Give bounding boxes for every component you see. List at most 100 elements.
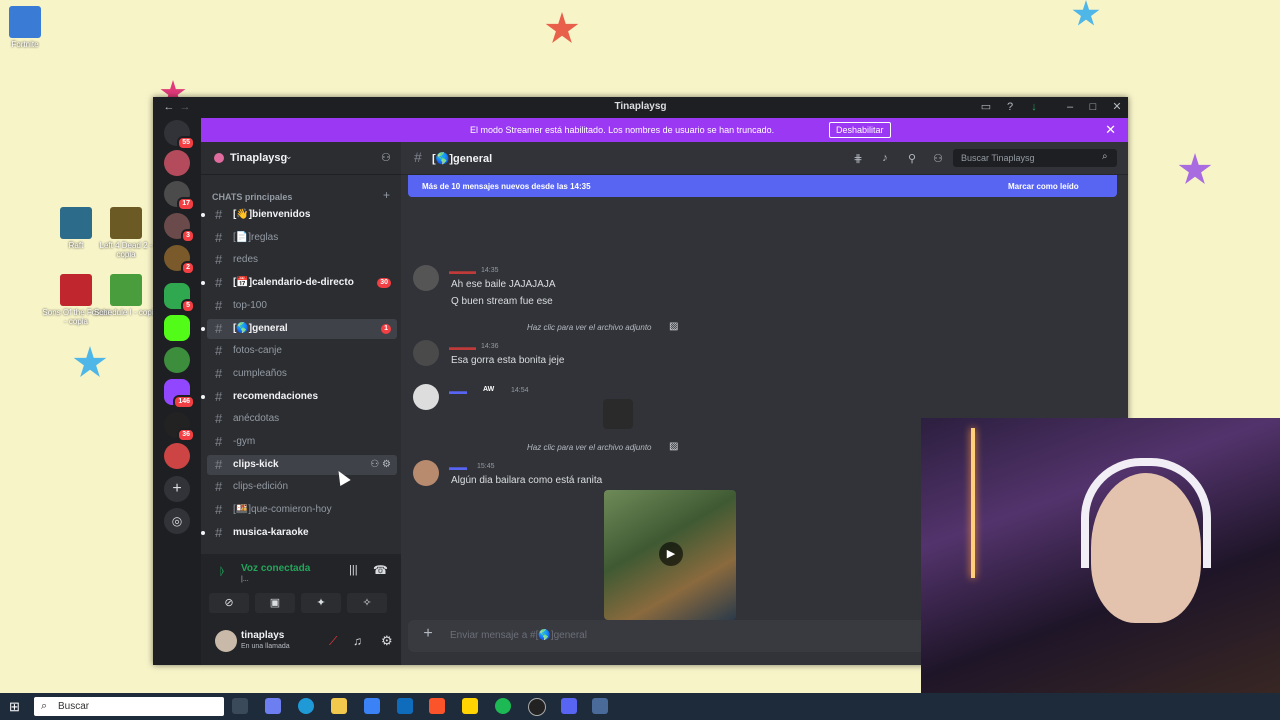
- message-author[interactable]: ▬▬: [449, 386, 467, 396]
- video-attachment[interactable]: ▶: [604, 490, 736, 620]
- desktop-icon-label: Schedule I - copia: [93, 308, 159, 317]
- server-icon[interactable]: 36: [164, 412, 195, 442]
- add-server-icon[interactable]: +: [164, 476, 190, 502]
- desktop-icon-fortnite[interactable]: Fortnite: [0, 6, 60, 49]
- outlook-icon[interactable]: [397, 698, 413, 714]
- app-icon[interactable]: [592, 698, 608, 714]
- disable-streamer-button[interactable]: Deshabilitar: [829, 122, 891, 138]
- maximize-icon[interactable]: □: [1086, 100, 1100, 114]
- invite-people-icon[interactable]: ⚇: [381, 151, 391, 164]
- store-icon[interactable]: [364, 698, 380, 714]
- server-icon[interactable]: 17: [164, 181, 195, 211]
- message-author[interactable]: ▬▬: [449, 462, 467, 472]
- guild-header[interactable]: Tinaplaysg ⌄ ⚇: [201, 142, 401, 175]
- members-icon[interactable]: ⚇: [931, 152, 945, 166]
- channel-item[interactable]: # recomendaciones: [201, 387, 397, 407]
- camera-off-button[interactable]: ⊘: [209, 593, 249, 613]
- screen-share-button[interactable]: ▣: [255, 593, 295, 613]
- channel-item[interactable]: # [👋]bienvenidos: [201, 205, 397, 225]
- channel-settings-icon[interactable]: ⚇ ⚙: [370, 455, 391, 475]
- file-explorer-icon[interactable]: [331, 698, 347, 714]
- desktop-icon-schedule[interactable]: Schedule I - copia: [91, 274, 161, 317]
- soundboard-button[interactable]: ✧: [347, 593, 387, 613]
- activities-button[interactable]: ✦: [301, 593, 341, 613]
- message-input[interactable]: Enviar mensaje a #[🌎]general: [450, 630, 587, 641]
- kick-server-icon[interactable]: [164, 315, 190, 341]
- channel-item[interactable]: # [📄]reglas: [207, 228, 397, 248]
- channel-item[interactable]: # clips-kick ⚇ ⚙: [207, 454, 397, 475]
- channel-item[interactable]: # top-100: [207, 296, 397, 316]
- channel-item[interactable]: # [📅]calendario-de-directo 30: [201, 273, 397, 293]
- taskbar-search-input[interactable]: Buscar: [34, 697, 224, 716]
- help-icon[interactable]: ?: [1003, 100, 1017, 114]
- channel-item[interactable]: # clips-edición: [207, 477, 397, 497]
- avatar[interactable]: [215, 630, 237, 652]
- copilot-icon[interactable]: [265, 698, 281, 714]
- threads-icon[interactable]: ⋕: [851, 152, 865, 166]
- new-messages-bar[interactable]: Más de 10 mensajes nuevos desde las 14:3…: [408, 175, 1117, 197]
- add-channel-icon[interactable]: +: [383, 188, 390, 202]
- avatar[interactable]: [413, 265, 439, 291]
- search-input[interactable]: Buscar Tinaplaysg: [953, 149, 1117, 167]
- channel-item[interactable]: # redes: [207, 250, 397, 270]
- webcam-overlay: [921, 418, 1280, 720]
- reply-preview[interactable]: Haz clic para ver el archivo adjunto: [527, 323, 652, 332]
- task-view-icon[interactable]: [232, 698, 248, 714]
- explore-icon[interactable]: ◎: [164, 508, 190, 534]
- server-icon[interactable]: 5: [164, 283, 195, 313]
- fortnite-icon: [9, 6, 41, 38]
- headphones-icon[interactable]: ♫: [353, 634, 362, 648]
- close-banner-icon[interactable]: ✕: [1105, 122, 1116, 138]
- disconnect-icon[interactable]: ☎: [373, 563, 388, 577]
- sticky-notes-icon[interactable]: [462, 698, 478, 714]
- pin-icon[interactable]: ⚲: [905, 152, 919, 166]
- edge-icon[interactable]: [298, 698, 314, 714]
- message-author[interactable]: ▬▬▬: [449, 266, 476, 276]
- channel-item[interactable]: # musica-karaoke: [201, 523, 397, 543]
- mark-read-button[interactable]: Marcar como leído: [1008, 182, 1079, 191]
- channel-label: redes: [233, 254, 259, 266]
- avatar[interactable]: [413, 340, 439, 366]
- avatar[interactable]: [413, 384, 439, 410]
- server-icon[interactable]: [164, 150, 190, 176]
- settings-gear-icon[interactable]: ⚙: [381, 633, 393, 649]
- discord-icon[interactable]: [561, 698, 577, 714]
- server-list: 55 17 3 2 5 146 36 + ◎: [153, 118, 201, 665]
- minimize-icon[interactable]: –: [1063, 100, 1077, 114]
- channel-item[interactable]: # -gym: [207, 432, 397, 452]
- download-icon[interactable]: ↓: [1027, 100, 1041, 114]
- neon-light: [971, 428, 975, 578]
- mic-muted-icon[interactable]: ⟋: [329, 634, 337, 649]
- channel-item[interactable]: # anécdotas: [207, 409, 397, 429]
- bell-icon[interactable]: ♪: [878, 152, 892, 166]
- obs-icon[interactable]: [528, 698, 546, 716]
- server-icon[interactable]: 2: [164, 245, 195, 275]
- server-icon[interactable]: 3: [164, 213, 195, 243]
- close-icon[interactable]: ✕: [1110, 100, 1124, 114]
- server-icon[interactable]: [164, 347, 190, 373]
- brave-icon[interactable]: [429, 698, 445, 714]
- inbox-icon[interactable]: ▭: [979, 100, 993, 114]
- hashtag-icon: #: [215, 365, 223, 381]
- server-icon[interactable]: [164, 443, 190, 469]
- direct-messages-icon[interactable]: 55: [164, 120, 195, 150]
- sticker-image[interactable]: [603, 399, 633, 429]
- channel-item[interactable]: # [🌎]general 1: [201, 318, 397, 339]
- reply-preview[interactable]: Haz clic para ver el archivo adjunto: [527, 443, 652, 452]
- windows-start-icon[interactable]: ⊞: [9, 699, 20, 715]
- category-label[interactable]: CHATS principales: [212, 192, 292, 202]
- hashtag-icon: #: [215, 207, 223, 222]
- play-button-icon[interactable]: ▶: [659, 542, 683, 566]
- noise-suppression-icon[interactable]: |||: [349, 564, 358, 576]
- channel-item[interactable]: # [🍱]que-comieron-hoy: [207, 500, 397, 520]
- channel-item[interactable]: # cumpleaños: [207, 364, 397, 384]
- channel-item[interactable]: # fotos-canje: [207, 341, 397, 361]
- message-author[interactable]: ▬▬▬: [449, 342, 476, 352]
- desktop-icon-label: Left 4 Dead 2 - copia: [99, 241, 153, 259]
- desktop-icon-left4dead2[interactable]: Left 4 Dead 2 - copia: [91, 207, 161, 259]
- spotify-icon[interactable]: [495, 698, 511, 714]
- twitch-server-icon[interactable]: 146: [164, 379, 195, 409]
- add-attachment-icon[interactable]: +: [420, 626, 436, 642]
- left4dead-icon: [110, 207, 142, 239]
- avatar[interactable]: [413, 460, 439, 486]
